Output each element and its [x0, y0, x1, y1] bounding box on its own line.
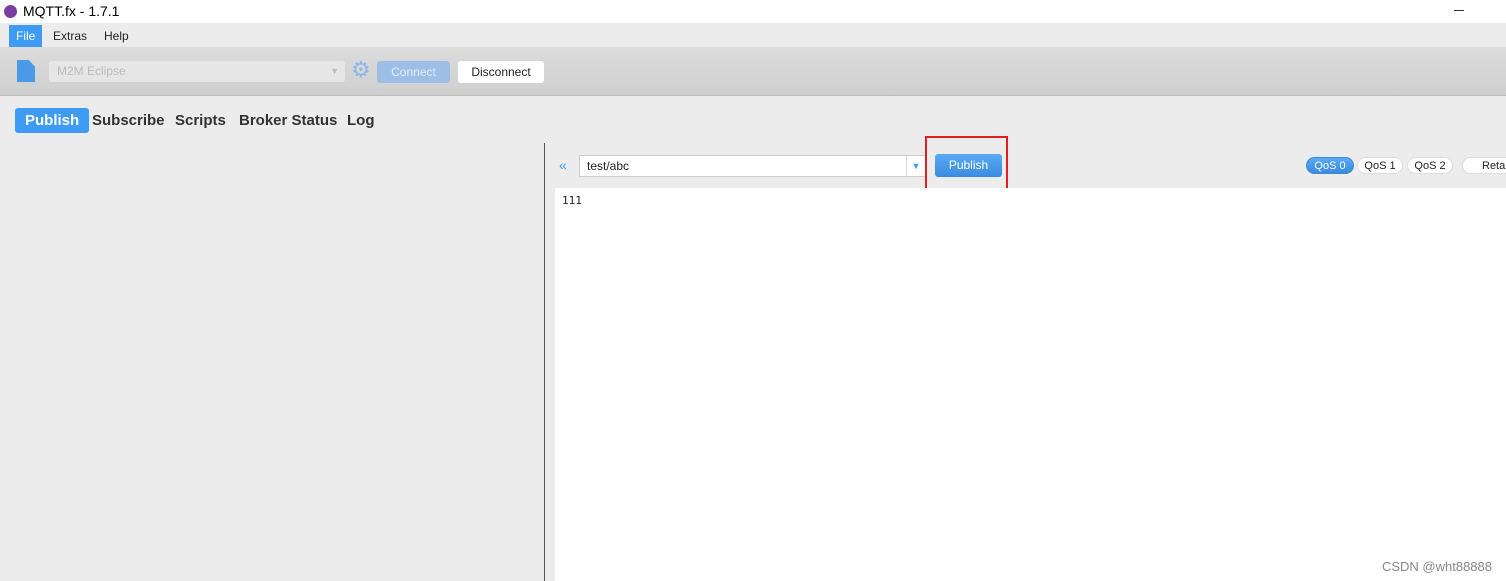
connection-toolbar: M2M Eclipse ▼ ⚙ Connect Disconnect [0, 47, 1506, 96]
retain-toggle[interactable]: Retain [1462, 157, 1506, 174]
payload-text: 111 [562, 194, 582, 207]
menu-file[interactable]: File [9, 25, 43, 47]
chevron-down-icon: ▼ [330, 66, 339, 76]
connect-button[interactable]: Connect [377, 61, 450, 83]
qos-2-toggle[interactable]: QoS 2 [1407, 157, 1453, 174]
tab-log[interactable]: Log [337, 108, 385, 133]
qos-0-toggle[interactable]: QoS 0 [1306, 157, 1354, 174]
watermark: CSDN @wht88888 [1381, 559, 1492, 574]
topic-input[interactable]: test/abc ▼ [579, 155, 926, 177]
tab-publish[interactable]: Publish [15, 108, 90, 133]
new-profile-icon[interactable] [17, 60, 35, 82]
payload-editor[interactable]: 111 [555, 188, 1506, 581]
title-bar: MQTT.fx - 1.7.1 [0, 0, 1506, 23]
disconnect-button[interactable]: Disconnect [458, 61, 544, 83]
tab-broker-status[interactable]: Broker Status [229, 108, 347, 133]
qos-1-toggle[interactable]: QoS 1 [1357, 157, 1403, 174]
tab-scripts[interactable]: Scripts [165, 108, 236, 133]
menu-extras[interactable]: Extras [46, 25, 94, 47]
profile-select[interactable]: M2M Eclipse ▼ [49, 61, 345, 82]
window-title: MQTT.fx - 1.7.1 [23, 3, 120, 19]
profile-value: M2M Eclipse [57, 64, 126, 78]
tab-subscribe[interactable]: Subscribe [82, 108, 175, 133]
chevron-down-icon[interactable]: ▼ [906, 156, 925, 176]
collapse-icon[interactable]: « [559, 157, 567, 173]
split-divider[interactable] [544, 143, 545, 581]
minimize-button[interactable] [1454, 10, 1464, 11]
menu-bar: File Extras Help [0, 23, 1506, 47]
gear-icon[interactable]: ⚙ [351, 59, 371, 81]
app-logo-icon [4, 5, 17, 18]
menu-help[interactable]: Help [97, 25, 136, 47]
topic-value: test/abc [587, 159, 630, 173]
